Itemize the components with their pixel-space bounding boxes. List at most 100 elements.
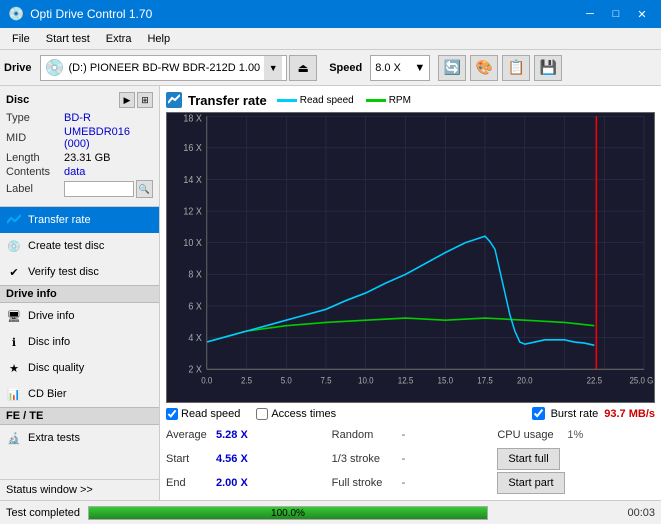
svg-text:20.0: 20.0 <box>517 375 533 385</box>
svg-text:14 X: 14 X <box>183 173 202 184</box>
verify-test-disc-icon: ✔ <box>6 264 22 280</box>
disc-header-label: Disc <box>6 94 29 106</box>
start-full-button[interactable]: Start full <box>497 448 559 470</box>
svg-text:25.0 GB: 25.0 GB <box>630 375 654 385</box>
stats-start-full-row: Start full <box>497 448 655 470</box>
stats-stroke1-row: 1/3 stroke - <box>332 448 490 470</box>
nav-verify-test-disc[interactable]: ✔ Verify test disc <box>0 259 159 285</box>
menu-extra[interactable]: Extra <box>98 31 140 47</box>
refresh-button[interactable]: 🔄 <box>438 55 466 81</box>
time-text: 00:03 <box>627 507 655 519</box>
disc-mid-value: UMEBDR016 (000) <box>64 126 153 150</box>
speed-dropdown-arrow: ▼ <box>414 62 425 74</box>
menu-help[interactable]: Help <box>139 31 178 47</box>
status-window-label: Status window >> <box>6 484 93 496</box>
svg-text:17.5: 17.5 <box>477 375 493 385</box>
stats-stroke1-label: 1/3 stroke <box>332 453 402 465</box>
nav-create-test-disc[interactable]: 💿 Create test disc <box>0 233 159 259</box>
svg-text:7.5: 7.5 <box>321 375 332 385</box>
nav-drive-info[interactable]: 🖥 Drive info <box>0 303 159 329</box>
svg-text:22.5: 22.5 <box>587 375 603 385</box>
legend-read-speed: Read speed <box>277 95 354 106</box>
nav-create-test-disc-label: Create test disc <box>28 240 104 252</box>
disc-icon-1[interactable]: ▶ <box>119 92 135 108</box>
nav-disc-quality-label: Disc quality <box>28 362 84 374</box>
chart-legend: Read speed RPM <box>277 95 411 106</box>
svg-text:2 X: 2 X <box>188 363 202 374</box>
title-bar: 💿 Opti Drive Control 1.70 ─ □ ✕ <box>0 0 661 28</box>
chart-title-bar: Transfer rate Read speed RPM <box>166 92 655 108</box>
nav-transfer-rate[interactable]: Transfer rate <box>0 207 159 233</box>
nav-drive-info-label: Drive info <box>28 310 74 322</box>
disc-label-input[interactable] <box>64 181 134 197</box>
stats-average-row: Average 5.28 X <box>166 424 324 446</box>
drive-dropdown-button[interactable]: ▼ <box>264 56 282 80</box>
burst-rate-section: Burst rate 93.7 MB/s <box>532 407 655 420</box>
speed-section: Speed 8.0 X ▼ <box>329 55 430 81</box>
nav-disc-info[interactable]: ℹ Disc info <box>0 329 159 355</box>
eject-button[interactable]: ⏏ <box>289 55 317 81</box>
title-bar-left: 💿 Opti Drive Control 1.70 <box>8 6 152 22</box>
status-window-button[interactable]: Status window >> <box>0 479 159 500</box>
burst-rate-checkbox-label: Burst rate <box>551 408 599 420</box>
legend-rpm-label: RPM <box>389 95 411 106</box>
stats-fullstroke-value: - <box>402 477 442 489</box>
svg-text:10 X: 10 X <box>183 237 202 248</box>
nav-disc-quality[interactable]: ★ Disc quality <box>0 355 159 381</box>
drive-info-nav-items: 🖥 Drive info ℹ Disc info ★ Disc quality … <box>0 303 159 407</box>
menu-file[interactable]: File <box>4 31 38 47</box>
disc-quality-icon: ★ <box>6 360 22 376</box>
access-times-checkbox[interactable] <box>256 408 268 420</box>
nav-extra-tests[interactable]: 🔬 Extra tests <box>0 425 159 451</box>
disc-icons: ▶ ⊞ <box>119 92 153 108</box>
disc-type-value: BD-R <box>64 112 91 124</box>
disc-label-browse[interactable]: 🔍 <box>136 180 153 198</box>
minimize-button[interactable]: ─ <box>579 5 601 23</box>
svg-text:8 X: 8 X <box>188 268 202 279</box>
read-speed-checkbox-label: Read speed <box>181 408 240 420</box>
menu-start-test[interactable]: Start test <box>38 31 98 47</box>
svg-text:12 X: 12 X <box>183 205 202 216</box>
status-text: Test completed <box>6 507 80 519</box>
disc-length-label: Length <box>6 152 64 164</box>
stats-start-label: Start <box>166 453 216 465</box>
chart-title-icon <box>166 92 182 108</box>
drive-info-icon: 🖥 <box>6 308 22 324</box>
cd-bier-icon: 📊 <box>6 386 22 402</box>
disc-mid-label: MID <box>6 132 64 144</box>
stats-cpu-row: CPU usage 1% <box>497 424 655 446</box>
stats-random-row: Random - <box>332 424 490 446</box>
checkbox-read-speed: Read speed <box>166 408 240 420</box>
stats-random-value: - <box>402 429 442 441</box>
drive-disc-icon: 💿 <box>45 58 65 78</box>
save-button[interactable]: 💾 <box>534 55 562 81</box>
disc-icon-2[interactable]: ⊞ <box>137 92 153 108</box>
sidebar: Disc ▶ ⊞ Type BD-R MID UMEBDR016 (000) L… <box>0 86 160 500</box>
read-speed-checkbox[interactable] <box>166 408 178 420</box>
fe-te-section-header: FE / TE <box>0 407 159 425</box>
maximize-button[interactable]: □ <box>605 5 627 23</box>
extra-tests-icon: 🔬 <box>6 430 22 446</box>
svg-text:12.5: 12.5 <box>398 375 414 385</box>
stats-start-row: Start 4.56 X <box>166 448 324 470</box>
main-content: Disc ▶ ⊞ Type BD-R MID UMEBDR016 (000) L… <box>0 86 661 500</box>
drive-selector[interactable]: 💿 (D:) PIONEER BD-RW BDR-212D 1.00 ▼ <box>40 55 288 81</box>
svg-text:6 X: 6 X <box>188 300 202 311</box>
color-button[interactable]: 🎨 <box>470 55 498 81</box>
stats-col-1: Average 5.28 X Start 4.56 X End 2.00 X <box>166 424 324 494</box>
stats-stroke1-value: - <box>402 453 442 465</box>
legend-read-speed-label: Read speed <box>300 95 354 106</box>
disc-type-row: Type BD-R <box>6 112 153 124</box>
close-button[interactable]: ✕ <box>631 5 653 23</box>
disc-label-label: Label <box>6 183 64 195</box>
speed-selector[interactable]: 8.0 X ▼ <box>370 55 430 81</box>
burst-rate-value: 93.7 MB/s <box>604 408 655 420</box>
disc-length-value: 23.31 GB <box>64 152 110 164</box>
paste-button[interactable]: 📋 <box>502 55 530 81</box>
nav-cd-bier[interactable]: 📊 CD Bier <box>0 381 159 407</box>
stats-end-row: End 2.00 X <box>166 472 324 494</box>
start-part-button[interactable]: Start part <box>497 472 564 494</box>
nav-extra-tests-label: Extra tests <box>28 432 80 444</box>
svg-text:18 X: 18 X <box>183 113 202 124</box>
burst-rate-checkbox[interactable] <box>532 407 545 420</box>
